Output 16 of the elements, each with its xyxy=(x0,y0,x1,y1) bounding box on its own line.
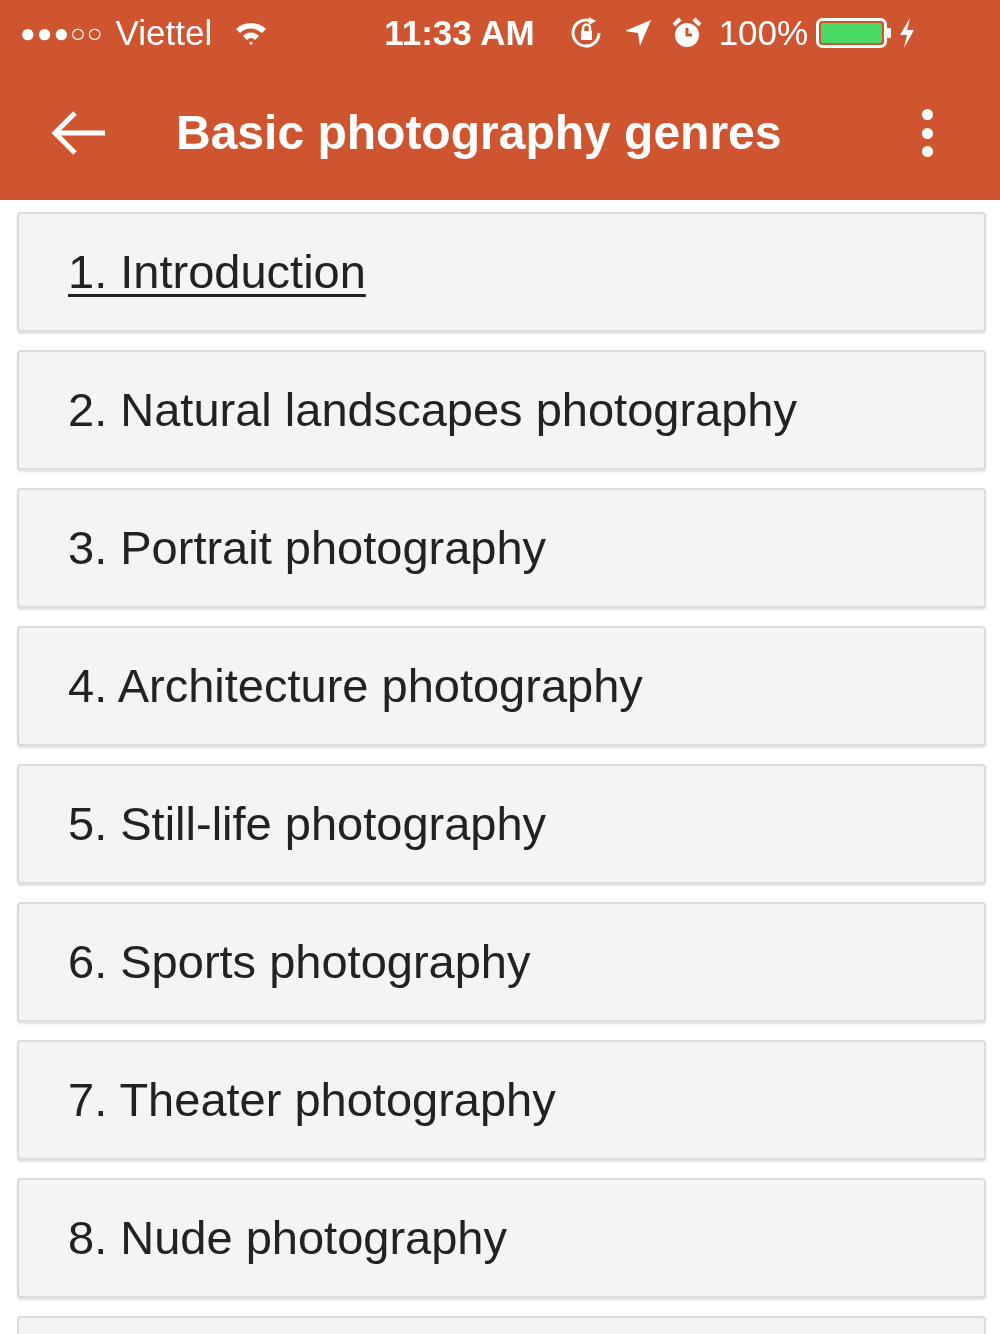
genre-list-item[interactable]: 8. Nude photography xyxy=(17,1178,986,1298)
genre-list-item[interactable]: 4. Architecture photography xyxy=(17,626,986,746)
genre-list-item[interactable]: 1. Introduction xyxy=(17,212,986,332)
wifi-icon xyxy=(234,20,269,46)
genre-list-item[interactable]: 6. Sports photography xyxy=(17,902,986,1022)
alarm-clock-icon xyxy=(670,17,703,49)
signal-strength: ●●●○○ xyxy=(20,16,104,50)
battery-percentage: 100% xyxy=(718,11,809,54)
genre-list-item[interactable]: 2. Natural landscapes photography xyxy=(17,350,986,470)
genre-list-item[interactable]: 3. Portrait photography xyxy=(17,488,986,608)
genre-list-item[interactable]: 7. Theater photography xyxy=(17,1040,986,1160)
clock-time: 11:33 AM xyxy=(384,11,535,54)
charging-bolt-icon xyxy=(898,18,917,48)
screen-title: Basic photography genres xyxy=(176,105,782,161)
carrier-name: Viettel xyxy=(115,11,213,54)
genre-list-item[interactable]: 5. Still-life photography xyxy=(17,764,986,884)
